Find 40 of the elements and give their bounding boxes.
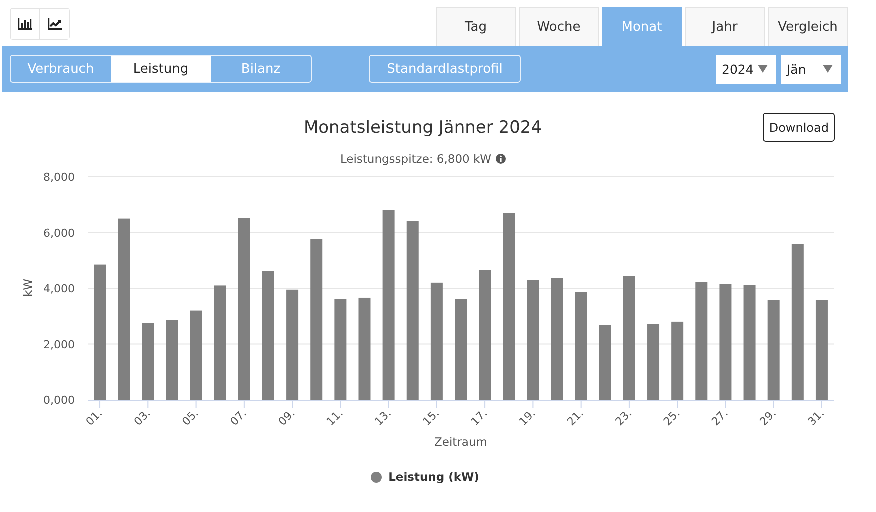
y-tick-label: 8,000 (44, 171, 75, 184)
x-tick-label: 19. (516, 406, 538, 428)
period-tab[interactable]: Woche (519, 7, 599, 46)
x-tick-label: 11. (324, 406, 346, 428)
year-select[interactable]: 2024 (716, 54, 776, 84)
x-tick-label: 23. (613, 406, 635, 428)
x-tick-label: 07. (228, 406, 250, 428)
x-tick-label: 27. (709, 406, 731, 428)
x-tick-label: 25. (661, 406, 683, 428)
caret-icon (758, 65, 768, 73)
y-axis-title: kW (21, 278, 35, 298)
x-tick-label: 15. (420, 406, 442, 428)
chart-subtitle: Leistungsspitze: 6,800 kW (340, 152, 492, 166)
legend-label[interactable]: Leistung (kW) (388, 470, 480, 484)
x-tick-label: 21. (564, 406, 586, 428)
x-tick-label: 17. (468, 406, 490, 428)
x-tick-label: 05. (180, 406, 202, 428)
y-tick-label: 0,000 (44, 394, 75, 407)
x-tick-label: 03. (132, 406, 154, 428)
x-tick-label: 01. (84, 406, 106, 428)
mode-tab[interactable]: Leistung (111, 56, 211, 82)
info-icon (496, 154, 506, 164)
view-toggle-button[interactable] (11, 9, 40, 39)
period-tab[interactable]: Vergleich (768, 7, 848, 46)
period-tab[interactable]: Tag (436, 7, 516, 46)
y-tick-label: 2,000 (44, 338, 75, 352)
y-tick-label: 4,000 (44, 282, 75, 296)
x-tick-label: 29. (757, 406, 779, 428)
period-tab[interactable]: Jahr (685, 7, 765, 46)
x-tick-label: 13. (372, 406, 394, 428)
download-button[interactable]: Download (763, 113, 835, 142)
bar-chart-icon (18, 18, 32, 30)
chart-title: Monatsleistung Jänner 2024 (304, 118, 542, 138)
month-select[interactable]: Jän (781, 54, 841, 84)
y-tick-label: 6,000 (44, 226, 75, 240)
x-axis-title: Zeitraum (434, 435, 488, 449)
caret-icon (823, 65, 833, 73)
line-chart-icon (48, 18, 62, 30)
x-tick-label: 31. (806, 406, 828, 428)
x-tick-label: 09. (276, 406, 298, 428)
